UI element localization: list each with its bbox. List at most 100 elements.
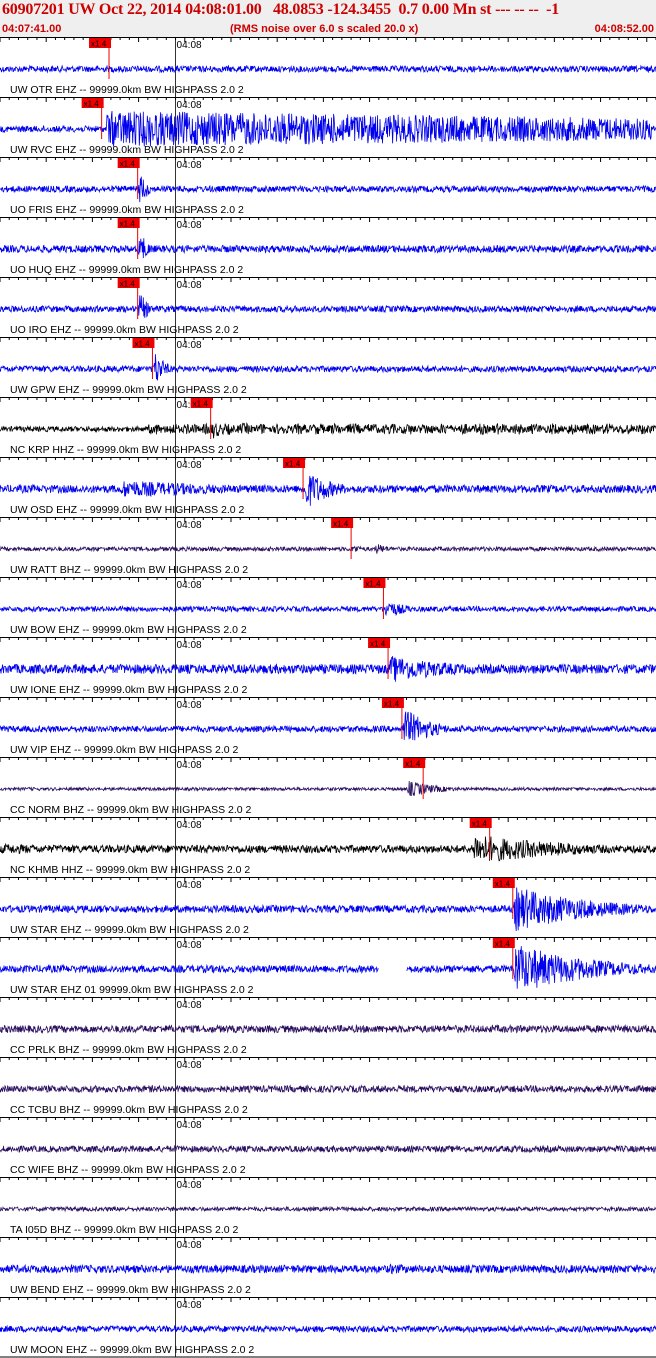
waveform-trace [0, 1324, 656, 1334]
pick-label: x1.4 [285, 460, 301, 469]
waveform-trace [0, 836, 656, 862]
channel-label: UW MOON EHZ -- 99999.0km BW HIGHPASS 2.0… [10, 1344, 254, 1356]
plot-subtitle: (RMS noise over 6.0 s scaled 20.0 x) [230, 23, 419, 35]
channel-label: TA I05D BHZ -- 99999.0km BW HIGHPASS 2.0… [10, 1224, 239, 1236]
minute-tick-label: 04:08 [177, 820, 202, 831]
minute-tick-label: 04:08 [177, 1240, 202, 1251]
minute-tick-label: 04:08 [177, 1300, 202, 1311]
waveform-trace [0, 544, 656, 554]
start-time-label: 04:07:41.00 [2, 23, 62, 35]
pick-label: x1.4 [384, 700, 400, 709]
waveform-trace [0, 711, 656, 741]
trace-panel: 04:08 x1.4 UW VIP EHZ -- 99999.0km BW HIGH… [0, 697, 656, 757]
trace-panel: 04:08x1.4NC KRP HHZ -- 99999.0km BW HIGH… [0, 397, 656, 457]
trace-panel: 04:08 x1.4 UW STAR EHZ -- 99999.0km BW HIG… [0, 877, 656, 937]
trace-panel: 04:08 x1.4 UO HUQ EHZ -- 99999.0km BW HIGH… [0, 217, 656, 277]
end-time-label: 04:08:52.00 [594, 23, 654, 35]
trace-panel: 04:08 x1.4 UW RVC EHZ -- 99999.0km BW HIGH… [0, 97, 656, 157]
channel-label: NC KRP HHZ -- 99999.0km BW HIGHPASS 2.0 … [10, 444, 241, 456]
minute-tick-label: 04:08 [177, 880, 202, 891]
channel-label: CC WIFE BHZ -- 99999.0km BW HIGHPASS 2.0… [10, 1164, 246, 1176]
channel-label: UW BEND EHZ -- 99999.0km BW HIGHPASS 2.0… [10, 1284, 251, 1296]
trace-panel: 04:08 x1.4 UO IRO EHZ -- 99999.0km BW HIGH… [0, 277, 656, 337]
minute-tick-label: 04:08 [177, 640, 202, 651]
trace-panel: 04:08 x1.4 UW STAR EHZ 01 99999.0km BW HIG… [0, 937, 656, 997]
minute-tick-label: 04:08 [177, 100, 202, 111]
trace-panel: 04:08 x1.4 UO FRIS EHZ -- 99999.0km BW HIG… [0, 157, 656, 217]
trace-panel: 04:08 x1.4 UW OTR EHZ -- 99999.0km BW HIGH… [0, 37, 656, 97]
channel-label: UW OTR EHZ -- 99999.0km BW HIGHPASS 2.0 … [10, 84, 244, 96]
pick-label: x1.4 [370, 640, 386, 649]
waveform-trace [0, 603, 656, 617]
minute-tick-label: 04:08 [177, 1120, 202, 1131]
pick-label: x1.4 [84, 100, 100, 109]
channel-label: UW IONE EHZ -- 99999.0km BW HIGHPASS 2.0… [10, 684, 247, 696]
channel-label: UO HUQ EHZ -- 99999.0km BW HIGHPASS 2.0 … [10, 264, 243, 276]
minute-tick-label: 04:08 [177, 280, 202, 291]
waveform-trace [0, 110, 656, 147]
waveform-trace [0, 354, 656, 381]
minute-tick-label: 04:08 [177, 220, 202, 231]
waveform-trace [0, 1084, 656, 1094]
pick-label: x1.4 [495, 880, 511, 889]
minute-tick-label: 04:08 [177, 580, 202, 591]
pick-label: x1.4 [120, 280, 136, 289]
trace-panel: 04:08 x1.4 UW BOW EHZ -- 99999.0km BW HIGH… [0, 577, 656, 637]
channel-label: UW OSD EHZ -- 99999.0km BW HIGHPASS 2.0 … [10, 504, 245, 516]
pick-label: x1.4 [405, 760, 421, 769]
trace-panel: 04:08 x1.4 UW OSD EHZ -- 99999.0km BW HIGH… [0, 457, 656, 517]
trace-panel: 04:08 x1.4 CC NORM BHZ -- 99999.0km BW HIG… [0, 757, 656, 817]
pick-label: x1.4 [333, 520, 349, 529]
trace-panel: 04:08 CC TCBU BHZ -- 99999.0km BW HIGHPAS… [0, 1057, 656, 1117]
pick-label: x1.4 [365, 580, 381, 589]
waveform-trace [0, 780, 656, 797]
seismogram-plot: 04:08 x1.4 UW OTR EHZ -- 99999.0km BW HIGH… [0, 37, 656, 1358]
waveform-trace [0, 176, 656, 203]
channel-label: CC NORM BHZ -- 99999.0km BW HIGHPASS 2.0… [10, 804, 252, 816]
trace-panel: 04:08 CC PRLK BHZ -- 99999.0km BW HIGHPAS… [0, 997, 656, 1057]
trace-panel: 04:08 TA I05D BHZ -- 99999.0km BW HIGHPAS… [0, 1177, 656, 1237]
waveform-trace [0, 1023, 656, 1034]
waveform-trace [0, 946, 656, 989]
pick-label: x1.4 [91, 40, 107, 49]
channel-label: CC PRLK BHZ -- 99999.0km BW HIGHPASS 2.0… [10, 1044, 247, 1056]
minute-tick-label: 04:08 [177, 520, 202, 531]
trace-panel: 04:08 CC WIFE BHZ -- 99999.0km BW HIGHPAS… [0, 1117, 656, 1177]
trace-panel: 04:08 UW BEND EHZ -- 99999.0km BW HIGHPAS… [0, 1237, 656, 1297]
channel-label: UW RATT BHZ -- 99999.0km BW HIGHPASS 2.0… [10, 564, 248, 576]
minute-tick-label: 04:08 [177, 40, 202, 51]
minute-tick-label: 04:08 [177, 940, 202, 951]
waveform-trace [0, 1205, 656, 1213]
trace-panel: 04:08 x1.4 UW IONE EHZ -- 99999.0km BW HIG… [0, 637, 656, 697]
pick-label: x1.4 [120, 220, 136, 229]
channel-label: UW STAR EHZ 01 99999.0km BW HIGHPASS 2.0… [10, 984, 254, 996]
plot-header: 60907201 UW Oct 22, 2014 04:08:01.00 48.… [0, 0, 656, 37]
trace-panel: 04:08 x1.4 UW GPW EHZ -- 99999.0km BW HIGH… [0, 337, 656, 397]
minute-tick-label: 04:08 [177, 1000, 202, 1011]
trace-panel: 04:08 UW MOON EHZ -- 99999.0km BW HIGHPAS… [0, 1297, 656, 1357]
minute-tick-label: 04:08 [177, 760, 202, 771]
pick-label: x1.4 [193, 400, 209, 409]
channel-label: NC KHMB HHZ -- 99999.0km BW HIGHPASS 2.0… [10, 864, 250, 876]
trace-panel: 04:08 x1.4 NC KHMB HHZ -- 99999.0km BW HIG… [0, 817, 656, 877]
pick-label: x1.4 [134, 340, 150, 349]
minute-tick-label: 04:08 [177, 460, 202, 471]
minute-tick-label: 04:08 [177, 1180, 202, 1191]
pick-label: x1.4 [120, 160, 136, 169]
minute-tick-label: 04:08 [177, 160, 202, 171]
channel-label: UW STAR EHZ -- 99999.0km BW HIGHPASS 2.0… [10, 924, 249, 936]
channel-label: UO IRO EHZ -- 99999.0km BW HIGHPASS 2.0 … [10, 324, 239, 336]
waveform-trace [0, 656, 656, 682]
waveform-trace [0, 1144, 656, 1154]
trace-panel: 04:08 x1.4 UW RATT BHZ -- 99999.0km BW HIG… [0, 517, 656, 577]
waveform-trace [0, 1263, 656, 1275]
waveform-trace [0, 475, 656, 506]
channel-label: UW BOW EHZ -- 99999.0km BW HIGHPASS 2.0 … [10, 624, 247, 636]
channel-label: UW RVC EHZ -- 99999.0km BW HIGHPASS 2.0 … [10, 144, 244, 156]
channel-label: UO FRIS EHZ -- 99999.0km BW HIGHPASS 2.0… [10, 204, 244, 216]
pick-label: x1.4 [495, 940, 511, 949]
minute-tick-label: 04:08 [177, 700, 202, 711]
waveform-trace [0, 238, 656, 259]
waveform-trace [0, 64, 656, 74]
waveform-trace [0, 295, 656, 318]
